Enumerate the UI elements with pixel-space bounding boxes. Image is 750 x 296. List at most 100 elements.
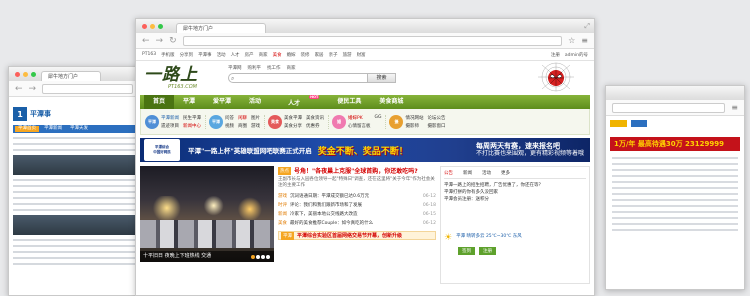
side-tab[interactable]: 新闻: [463, 170, 472, 176]
minimize-dot-icon[interactable]: [150, 23, 155, 29]
header-link[interactable]: 平潭网: [228, 65, 242, 71]
header-link[interactable]: 商家: [287, 65, 296, 71]
close-dot-icon[interactable]: [15, 71, 20, 77]
register-button[interactable]: 注册: [479, 247, 496, 255]
subnav-link[interactable]: 美食资讯: [306, 115, 324, 121]
list-item[interactable]: 游戏 沉词语通日期：平潭成交额已达0.6万元 06-12: [278, 193, 436, 200]
menu-icon[interactable]: ≡: [731, 103, 738, 112]
nav-item[interactable]: 平潭新闻: [41, 126, 65, 132]
maximize-dot-icon[interactable]: [158, 23, 163, 29]
search-input[interactable]: ⌕: [228, 73, 368, 83]
subnav-link[interactable]: 婚嫁PK: [348, 115, 371, 121]
address-bar[interactable]: [42, 83, 133, 94]
league-ad-banner[interactable]: 平潭综合 中国好网民 平潭"一路上杯"英雄联盟网吧联赛正式开启 奖金不断、奖品不…: [140, 138, 590, 162]
subnav-link[interactable]: GG: [375, 115, 382, 121]
notice-item[interactable]: 平潭一路上的招生招聘，广告优惠了，你还在等？: [444, 182, 586, 189]
list-item[interactable]: 时评 评论：我们和我们跟新市场和了发展 06-18: [278, 202, 436, 209]
topnav-item[interactable]: 平潭事: [198, 52, 212, 58]
back-arrow-icon[interactable]: ←: [15, 84, 23, 94]
subnav-link[interactable]: 闲聊: [238, 115, 247, 121]
topnav-item[interactable]: 装修: [301, 52, 310, 58]
nav-jobs[interactable]: 人才HOT: [270, 94, 328, 111]
food-icon[interactable]: 美食: [268, 114, 282, 129]
close-dot-icon[interactable]: [142, 23, 147, 29]
subnav-link[interactable]: 论坛公告: [427, 115, 445, 121]
side-tab[interactable]: 公告: [444, 170, 453, 176]
news-icon[interactable]: 平潭: [145, 114, 159, 129]
topnav-item[interactable]: 婚嫁: [287, 52, 296, 58]
user-link[interactable]: admin的号: [565, 52, 588, 58]
site-logo[interactable]: 一路上 PT163.COM: [144, 65, 214, 91]
subnav-link[interactable]: 心情留言板: [348, 123, 371, 129]
action-button[interactable]: [630, 120, 648, 127]
topnav-item[interactable]: 美食: [273, 52, 282, 58]
checkin-button[interactable]: 签到: [458, 247, 475, 255]
carousel-dot[interactable]: [251, 255, 255, 259]
topnav-item[interactable]: 财富: [357, 52, 366, 58]
nav-item[interactable]: 平潭首页: [15, 126, 39, 132]
topnav-item[interactable]: 人才: [231, 52, 240, 58]
browser-tab[interactable]: 犀牛地方门户: [176, 23, 266, 33]
news-headline[interactable]: 号角！"各夜巢上克服"全球首购，你还敢吃吗?: [294, 166, 418, 175]
topnav-item[interactable]: 活动: [217, 52, 226, 58]
subnav-link[interactable]: 商圈: [238, 123, 247, 129]
fullscreen-icon[interactable]: ⤢: [584, 22, 590, 31]
subnav-link[interactable]: 情况网站: [405, 115, 423, 121]
address-bar[interactable]: [182, 35, 563, 46]
reload-icon[interactable]: ↻: [169, 36, 177, 46]
nav-tools[interactable]: 便民工具: [328, 95, 370, 109]
subnav-link[interactable]: 新闻中心: [183, 123, 201, 129]
subnav-link[interactable]: 摄影师: [405, 123, 423, 129]
topnav-item[interactable]: 旅游: [343, 52, 352, 58]
featured-photo[interactable]: 十平旧日 夜晚上下班热线 交通: [140, 166, 274, 262]
nav-home[interactable]: 首页: [144, 95, 175, 109]
address-bar[interactable]: [612, 102, 726, 113]
subnav-link[interactable]: 优惠券: [306, 123, 324, 129]
carousel-dot[interactable]: [266, 255, 270, 259]
minimize-dot-icon[interactable]: [23, 71, 28, 77]
subnav-link[interactable]: 美食平潭: [284, 115, 302, 121]
topnav-item[interactable]: 家居: [315, 52, 324, 58]
nav-item[interactable]: 平潭天发: [67, 126, 91, 132]
carousel-dot[interactable]: [256, 255, 260, 259]
nav-pingtan[interactable]: 平潭: [174, 95, 204, 109]
topnav-item[interactable]: 房产: [245, 52, 254, 58]
subnav-link[interactable]: 摄影窗口: [427, 123, 445, 129]
back-arrow-icon[interactable]: ←: [142, 36, 150, 46]
header-link[interactable]: 购利平: [248, 65, 262, 71]
star-icon[interactable]: ☆: [568, 36, 575, 45]
side-tab[interactable]: 更多: [501, 170, 510, 176]
side-tab[interactable]: 活动: [482, 170, 491, 176]
list-item[interactable]: 美食 最好的美食推荐Couple：如今真吃的什么 06-12: [278, 220, 436, 227]
maximize-dot-icon[interactable]: [31, 71, 36, 77]
nav-love-pingtan[interactable]: 爱平潭: [204, 95, 240, 109]
subnav-link[interactable]: 图片: [251, 115, 260, 121]
subnav-link[interactable]: 平潭新闻: [161, 115, 179, 121]
subnav-link[interactable]: 视频: [225, 123, 234, 129]
topnav-item[interactable]: PT163: [142, 52, 156, 57]
search-button[interactable]: 搜索: [368, 73, 396, 83]
topnav-item[interactable]: 手机版: [161, 52, 175, 58]
news-image[interactable]: [13, 215, 135, 235]
nav-food-mall[interactable]: 美食商城: [370, 95, 412, 109]
forward-arrow-icon[interactable]: →: [156, 36, 164, 46]
forward-arrow-icon[interactable]: →: [29, 84, 37, 94]
list-item[interactable]: 新闻 冷家下，美丽本地公交线路大改造 06-15: [278, 211, 436, 218]
subnav-link[interactable]: 民生平潭: [183, 115, 201, 121]
camera-icon[interactable]: 摄: [389, 114, 404, 129]
menu-icon[interactable]: ≡: [581, 36, 588, 45]
nav-activities[interactable]: 活动: [240, 95, 270, 109]
notice-item[interactable]: 平潭打拼的你有多久没回家: [444, 189, 586, 196]
topnav-item[interactable]: 分享到: [180, 52, 194, 58]
header-link[interactable]: 找工作: [267, 65, 281, 71]
news-image[interactable]: [13, 155, 135, 175]
subnav-link[interactable]: 遗迹项目: [161, 123, 179, 129]
subnav-link[interactable]: 游戏: [251, 123, 260, 129]
wedding-icon[interactable]: 婚: [332, 114, 346, 129]
topnav-item[interactable]: 亲子: [329, 52, 338, 58]
subnav-link[interactable]: 问答: [225, 115, 234, 121]
subnav-link[interactable]: 美食分享: [284, 123, 302, 129]
notice-item[interactable]: 平潭会员注册：送积分: [444, 196, 586, 203]
site-logo-icon[interactable]: 1: [13, 107, 27, 121]
community-icon[interactable]: 平潭: [209, 114, 223, 129]
